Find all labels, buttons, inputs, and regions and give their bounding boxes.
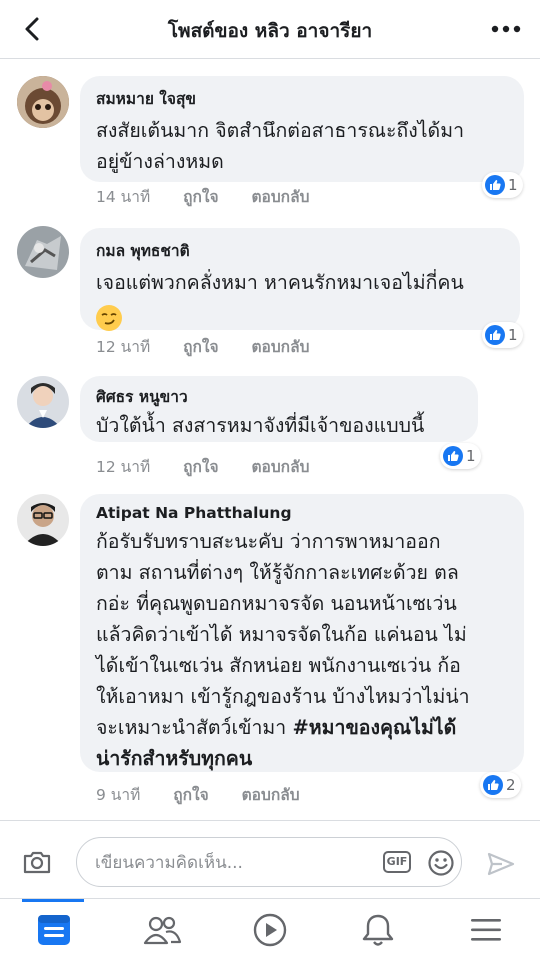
avatar[interactable]	[17, 226, 69, 278]
comment-segment: จะเหมาะนำสัตว์เข้ามา	[96, 716, 287, 739]
comment-line: อยู่ข้างล่างหมด	[96, 150, 224, 173]
comment-line: แล้วคิดว่าเข้าได้ หมาจรจัดในก้อ แค่นอน ไ…	[96, 623, 467, 646]
comment-input-box[interactable]: GIF	[76, 837, 462, 887]
comment-bubble[interactable]: สมหมาย ใจสุข สงสัยเต้นมาก จิตสำนึกต่อสาธ…	[80, 76, 524, 182]
reply-link[interactable]: ตอบกลับ	[251, 338, 309, 356]
smile-icon[interactable]	[427, 849, 455, 881]
commenter-name[interactable]: กมล พุทธชาติ	[96, 238, 504, 263]
reaction-count[interactable]: 1	[482, 172, 523, 198]
like-icon	[485, 175, 505, 195]
bottom-navigation	[0, 898, 540, 961]
comment-text: เจอแต่พวกคลั่งหมา หาคนรักหมาเจอไม่กี่คน	[96, 267, 504, 331]
comment-line: ได้เข้าในเซเว่น สักหน่อย พนักงานเซเว่น ก…	[96, 654, 461, 677]
comment-text: บัวใต้น้ำ สงสารหมาจังที่มีเจ้าของแบบนี้	[96, 413, 462, 439]
comment-line: กอ่ะ ที่คุณพูดบอกหมาจรจัด นอนหน้าเซเว่น	[96, 592, 457, 615]
reaction-count[interactable]: 1	[440, 443, 481, 469]
comment-bubble[interactable]: กมล พุทธชาติ เจอแต่พวกคลั่งหมา หาคนรักหม…	[80, 228, 520, 331]
comment-line: บัวใต้น้ำ สงสารหมาจังที่มีเจ้าของแบบนี้	[96, 414, 425, 437]
comment-time: 12 นาที	[96, 458, 151, 476]
reply-link[interactable]: ตอบกลับ	[251, 188, 309, 206]
reaction-number: 1	[508, 326, 518, 344]
like-link[interactable]: ถูกใจ	[183, 338, 218, 356]
like-icon	[443, 446, 463, 466]
menu-icon[interactable]	[456, 909, 516, 951]
more-icon[interactable]	[488, 16, 524, 42]
reaction-count[interactable]: 2	[480, 772, 521, 798]
hashtag-link-continued[interactable]: น่ารักสำหรับทุกคน	[96, 747, 252, 770]
comment-time: 14 นาที	[96, 188, 151, 206]
like-icon	[483, 775, 503, 795]
like-icon	[485, 325, 505, 345]
watch-icon[interactable]	[240, 909, 300, 951]
comment-line: จะเหมาะนำสัตว์เข้ามา #หมาของคุณไม่ได้	[96, 712, 508, 743]
top-bar: โพสต์ของ หลิว อาจารียา	[0, 0, 540, 59]
comment-input[interactable]	[93, 848, 367, 878]
comment-meta: 14 นาที ถูกใจ ตอบกลับ	[96, 184, 337, 209]
avatar[interactable]	[17, 376, 69, 428]
avatar[interactable]	[17, 76, 69, 128]
comment-meta: 12 นาที ถูกใจ ตอบกลับ	[96, 334, 337, 359]
reaction-number: 1	[508, 176, 518, 194]
comment-text: สงสัยเต้นมาก จิตสำนึกต่อสาธารณะถึงได้มา …	[96, 115, 508, 177]
reaction-number: 2	[506, 776, 516, 794]
commenter-name[interactable]: Atipat Na Phatthalung	[96, 504, 508, 522]
comment-line: สงสัยเต้นมาก จิตสำนึกต่อสาธารณะถึงได้มา	[96, 119, 465, 142]
reaction-number: 1	[466, 447, 476, 465]
commenter-name[interactable]: ศิศธร หนูขาว	[96, 384, 462, 409]
comment-line: น่ารักสำหรับทุกคน	[96, 743, 508, 774]
comment-bubble[interactable]: Atipat Na Phatthalung ก้อรับรับทราบสะนะค…	[80, 494, 524, 772]
commenter-name[interactable]: สมหมาย ใจสุข	[96, 86, 508, 111]
notifications-icon[interactable]	[348, 909, 408, 951]
comment-meta: 12 นาที ถูกใจ ตอบกลับ	[96, 454, 337, 479]
news-feed-icon[interactable]	[24, 909, 84, 951]
friends-icon[interactable]	[132, 909, 192, 951]
comment-text: ก้อรับรับทราบสะนะคับ ว่าการพาหมาออก ตาม …	[96, 526, 508, 774]
comment-line: เจอแต่พวกคลั่งหมา หาคนรักหมาเจอไม่กี่คน	[96, 271, 464, 294]
camera-icon[interactable]	[22, 849, 52, 879]
comment-time: 12 นาที	[96, 338, 151, 356]
comment-composer: GIF	[0, 820, 540, 899]
hashtag-link[interactable]: #หมาของคุณไม่ได้	[292, 716, 456, 739]
send-icon[interactable]	[486, 851, 516, 881]
reply-link[interactable]: ตอบกลับ	[251, 458, 309, 476]
comment-line: ให้เอาหมา เข้ารู้กฎของร้าน บ้างไหมว่าไม่…	[96, 685, 470, 708]
comment-time: 9 นาที	[96, 786, 141, 804]
like-link[interactable]: ถูกใจ	[183, 458, 218, 476]
page-title: โพสต์ของ หลิว อาจารียา	[167, 20, 373, 42]
avatar[interactable]	[17, 494, 69, 546]
comment-line: ก้อรับรับทราบสะนะคับ ว่าการพาหมาออก	[96, 530, 441, 553]
smirk-emoji	[96, 298, 504, 331]
reply-link[interactable]: ตอบกลับ	[242, 786, 300, 804]
comment-line: ตาม สถานที่ต่างๆ ให้รู้จักกาละเทศะด้วย ต…	[96, 561, 459, 584]
like-link[interactable]: ถูกใจ	[183, 188, 218, 206]
comment-bubble[interactable]: ศิศธร หนูขาว บัวใต้น้ำ สงสารหมาจังที่มีเ…	[80, 376, 478, 442]
gif-icon[interactable]: GIF	[383, 851, 411, 873]
comment-meta: 9 นาที ถูกใจ ตอบกลับ	[96, 782, 328, 807]
like-link[interactable]: ถูกใจ	[173, 786, 208, 804]
active-tab-indicator	[22, 899, 84, 902]
reaction-count[interactable]: 1	[482, 322, 523, 348]
